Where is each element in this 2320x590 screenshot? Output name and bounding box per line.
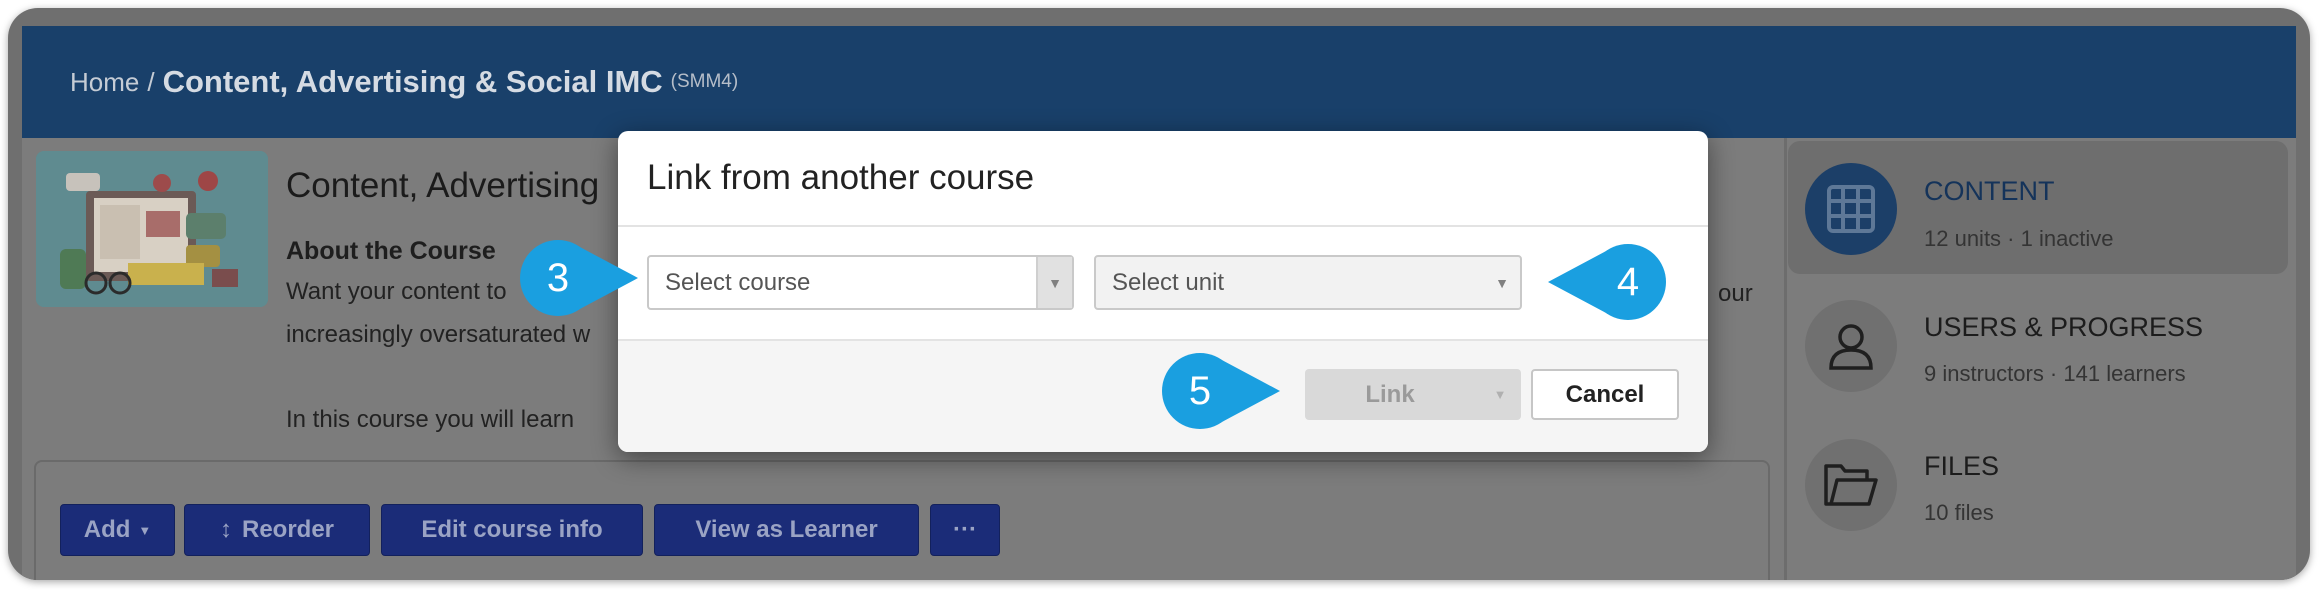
about-text-fragment: our — [1718, 280, 1753, 307]
about-text-line: In this course you will learn — [286, 406, 575, 433]
reorder-icon: ↕ — [219, 516, 232, 543]
callout-3: 3 — [518, 238, 640, 323]
breadcrumb-home-link[interactable]: Home — [70, 67, 139, 98]
about-heading: About the Course — [286, 237, 496, 265]
select-course-dropdown[interactable]: Select course ▼ — [647, 255, 1074, 310]
sidebar-item-label: USERS & PROGRESS — [1924, 312, 2204, 342]
callout-number: 4 — [1616, 259, 1640, 304]
link-button-label: Link — [1365, 380, 1415, 408]
course-illustration — [36, 151, 268, 307]
sidebar-item-label: FILES — [1924, 451, 2000, 481]
callout-number: 3 — [546, 255, 570, 300]
callout-number: 5 — [1188, 368, 1212, 413]
course-title: Content, Advertising — [286, 166, 600, 205]
callout-5: 5 — [1160, 351, 1282, 436]
callout-4: 4 — [1546, 242, 1668, 327]
select-course-placeholder: Select course — [665, 268, 811, 296]
sidebar-item-label: CONTENT — [1924, 176, 2055, 206]
chevron-down-icon: ▼ — [1495, 274, 1509, 291]
add-button-label: Add — [83, 516, 131, 543]
page-header: Home / Content, Advertising & Social IMC… — [22, 26, 2296, 138]
more-dots-icon: ··· — [953, 516, 977, 543]
sidebar-item-sub: 10 files — [1924, 500, 1994, 525]
edit-course-info-label: Edit course info — [421, 516, 603, 543]
cancel-button[interactable]: Cancel — [1531, 369, 1679, 420]
dialog-title: Link from another course — [647, 158, 1035, 197]
reorder-button-label: Reorder — [241, 516, 335, 543]
chevron-down-icon: ▼ — [1036, 257, 1072, 308]
reorder-button[interactable]: ↕ Reorder — [184, 504, 370, 556]
grid-icon — [1805, 163, 1897, 255]
breadcrumb-separator: / — [147, 66, 155, 97]
sidebar-item-sub: 9 instructors · 141 learners — [1924, 361, 2186, 386]
about-text-line: Want your content to — [286, 278, 507, 305]
edit-course-info-button[interactable]: Edit course info — [381, 504, 643, 556]
select-unit-dropdown[interactable]: Select unit ▼ — [1094, 255, 1522, 310]
link-button[interactable]: Link ▼ — [1305, 369, 1521, 420]
folder-icon — [1805, 439, 1897, 531]
sidebar-item-sub: 12 units · 1 inactive — [1924, 226, 2114, 251]
view-as-learner-label: View as Learner — [695, 516, 878, 543]
page-title: Content, Advertising & Social IMC — [162, 64, 663, 99]
dialog-divider — [618, 225, 1708, 227]
select-unit-placeholder: Select unit — [1112, 268, 1225, 296]
cancel-button-label: Cancel — [1565, 380, 1645, 408]
add-button[interactable]: Add ▼ — [60, 504, 175, 556]
course-code: (SMM4) — [670, 71, 739, 92]
sidebar-divider — [1784, 138, 1787, 580]
course-thumbnail — [36, 151, 268, 307]
caret-down-icon[interactable]: ▼ — [1485, 369, 1515, 420]
more-options-button[interactable]: ··· — [930, 504, 1000, 556]
user-icon — [1805, 300, 1897, 392]
caret-down-icon: ▼ — [138, 522, 152, 538]
about-text-line: increasingly oversaturated w — [286, 321, 591, 348]
view-as-learner-button[interactable]: View as Learner — [654, 504, 919, 556]
